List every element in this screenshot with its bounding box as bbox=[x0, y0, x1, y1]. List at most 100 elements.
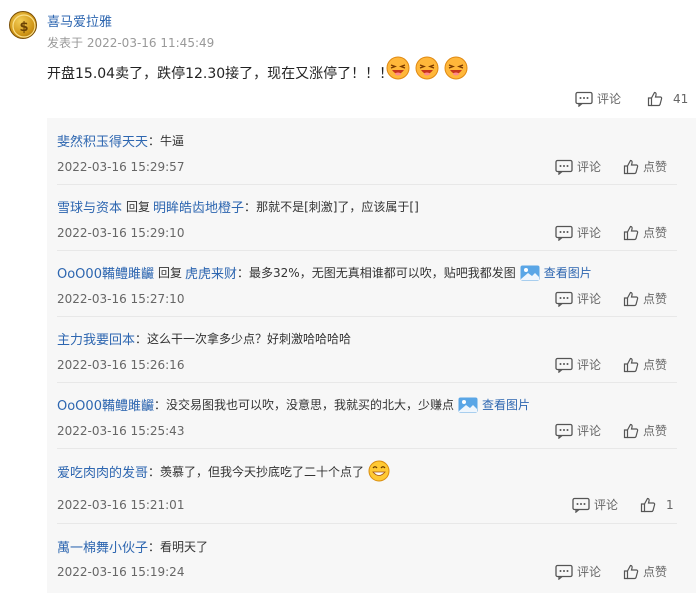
image-icon bbox=[458, 397, 478, 412]
reply-comment-button[interactable]: 评论 bbox=[555, 224, 601, 241]
thumbs-up-icon bbox=[623, 159, 639, 174]
laughing-emoji-icon bbox=[415, 56, 439, 80]
reply-comment-button[interactable]: 评论 bbox=[555, 356, 601, 373]
reply-time: 2022-03-16 15:21:01 bbox=[57, 498, 185, 512]
reply-username[interactable]: 萬一棉舞小伙子 bbox=[57, 537, 148, 556]
reply-text: 最多32%，无图无真相谁都可以吹，贴吧我都发图 bbox=[249, 266, 516, 280]
like-label: 点赞 bbox=[643, 292, 668, 306]
reply-time: 2022-03-16 15:29:57 bbox=[57, 160, 185, 174]
post-like-count: 41 bbox=[673, 91, 689, 106]
post-comment-label: 评论 bbox=[597, 92, 622, 106]
post-like-button[interactable]: 41 bbox=[647, 91, 688, 107]
thumbs-up-icon bbox=[623, 357, 639, 372]
thumbs-up-icon bbox=[623, 423, 639, 438]
reply-username[interactable]: OoO00鞴鳢雎䶫 bbox=[57, 263, 154, 282]
reply-time: 2022-03-16 15:29:10 bbox=[57, 226, 185, 240]
like-label: 点赞 bbox=[643, 226, 668, 240]
coin-avatar-icon: $ bbox=[12, 14, 36, 38]
reply-like-button[interactable]: 点赞 bbox=[623, 563, 667, 580]
reply-like-button[interactable]: 点赞 bbox=[623, 290, 667, 307]
reply-time: 2022-03-16 15:27:10 bbox=[57, 292, 185, 306]
post-actions: 评论 41 bbox=[575, 90, 688, 107]
divider bbox=[57, 448, 677, 449]
reply-username[interactable]: 雪球与资本 bbox=[57, 197, 122, 216]
reply-username[interactable]: OoO00鞴鳢雎䶫 bbox=[57, 395, 154, 414]
thumbs-up-icon bbox=[647, 91, 663, 106]
post-text: 开盘15.04卖了，跌停12.30接了，现在又涨停了！！！ bbox=[47, 66, 394, 82]
reply-comment-button[interactable]: 评论 bbox=[555, 290, 601, 307]
image-icon bbox=[520, 265, 540, 280]
comment-icon bbox=[575, 91, 593, 107]
reply-actions: 评论 点赞 bbox=[555, 356, 667, 373]
reply-text: 牛逼 bbox=[160, 134, 185, 148]
reply-target-username[interactable]: 明眸皓齿地橙子 bbox=[153, 197, 244, 216]
laughing-emoji-icon bbox=[444, 56, 468, 80]
view-image-link[interactable]: 查看图片 bbox=[544, 264, 592, 281]
like-label: 点赞 bbox=[643, 160, 668, 174]
reply-comment-button[interactable]: 评论 bbox=[572, 496, 618, 513]
like-label: 点赞 bbox=[643, 565, 668, 579]
thumbs-up-icon bbox=[640, 497, 656, 512]
reply-username[interactable]: 斐然积玉得天天 bbox=[57, 131, 148, 150]
reply-actions: 评论 点赞 bbox=[555, 290, 667, 307]
comment-icon bbox=[555, 564, 573, 580]
grin-emoji-icon bbox=[368, 460, 390, 482]
comment-icon bbox=[555, 291, 573, 307]
reply-like-button[interactable]: 点赞 bbox=[623, 422, 667, 439]
reply-actions: 评论 点赞 bbox=[555, 422, 667, 439]
reply-text: 羡慕了，但我今天抄底吃了二十个点了 bbox=[160, 464, 365, 479]
reply-like-button[interactable]: 点赞 bbox=[623, 356, 667, 373]
reply-comment-button[interactable]: 评论 bbox=[555, 563, 601, 580]
reply-username[interactable]: 爱吃肉肉的发哥 bbox=[57, 462, 148, 481]
comment-label: 评论 bbox=[577, 424, 602, 438]
post-emojis bbox=[386, 56, 468, 80]
comment-icon bbox=[555, 423, 573, 439]
reply-like-button[interactable]: 1 bbox=[640, 497, 674, 513]
reply-text: 那就不是[刺激]了，应该属于[] bbox=[256, 200, 419, 214]
comment-label: 评论 bbox=[577, 160, 602, 174]
like-label: 点赞 bbox=[643, 358, 668, 372]
reply-word: 回复 bbox=[157, 266, 182, 280]
reply-list: 斐然积玉得天天 ： 牛逼 2022-03-16 15:29:57 评论 点赞 雪… bbox=[47, 118, 696, 593]
svg-text:$: $ bbox=[19, 20, 28, 35]
comment-icon bbox=[555, 357, 573, 373]
reply-like-button[interactable]: 点赞 bbox=[623, 224, 667, 241]
comment-icon bbox=[555, 225, 573, 241]
reply-username[interactable]: 主力我要回本 bbox=[57, 329, 135, 348]
comment-label: 评论 bbox=[577, 565, 602, 579]
reply-actions: 评论 1 bbox=[572, 496, 674, 513]
thumbs-up-icon bbox=[623, 291, 639, 306]
like-label: 点赞 bbox=[643, 424, 668, 438]
post-comment-button[interactable]: 评论 bbox=[575, 90, 621, 107]
thumbs-up-icon bbox=[623, 225, 639, 240]
divider bbox=[57, 184, 677, 185]
divider bbox=[57, 250, 677, 251]
divider bbox=[57, 316, 677, 317]
post-author[interactable]: 喜马爱拉雅 bbox=[47, 11, 112, 30]
comment-label: 评论 bbox=[577, 292, 602, 306]
reply-target-username[interactable]: 虎虎来财 bbox=[185, 263, 237, 282]
thumbs-up-icon bbox=[623, 564, 639, 579]
reply-actions: 评论 点赞 bbox=[555, 563, 667, 580]
reply-text: 看明天了 bbox=[160, 540, 209, 554]
comment-label: 评论 bbox=[594, 498, 619, 512]
view-image-link[interactable]: 查看图片 bbox=[482, 396, 530, 413]
reply-text: 这么干一次拿多少点？好刺激哈哈哈哈 bbox=[147, 332, 352, 346]
reply-comment-button[interactable]: 评论 bbox=[555, 422, 601, 439]
comment-label: 评论 bbox=[577, 226, 602, 240]
comment-icon bbox=[572, 497, 590, 513]
comment-label: 评论 bbox=[577, 358, 602, 372]
reply-actions: 评论 点赞 bbox=[555, 158, 667, 175]
post-time: 发表于 2022-03-16 11:45:49 bbox=[47, 36, 215, 50]
reply-comment-button[interactable]: 评论 bbox=[555, 158, 601, 175]
divider bbox=[57, 382, 677, 383]
reply-like-button[interactable]: 点赞 bbox=[623, 158, 667, 175]
reply-time: 2022-03-16 15:26:16 bbox=[57, 358, 185, 372]
avatar[interactable]: $ bbox=[9, 11, 37, 39]
main-post: $ 喜马爱拉雅 发表于 2022-03-16 11:45:49 开盘15.04卖… bbox=[0, 0, 696, 118]
laughing-emoji-icon bbox=[386, 56, 410, 80]
reply-text: 没交易图我也可以吹，没意思，我就买的北大，少赚点 bbox=[165, 398, 454, 412]
reply-time: 2022-03-16 15:19:24 bbox=[57, 565, 185, 579]
reply-time: 2022-03-16 15:25:43 bbox=[57, 424, 185, 438]
comment-icon bbox=[555, 159, 573, 175]
